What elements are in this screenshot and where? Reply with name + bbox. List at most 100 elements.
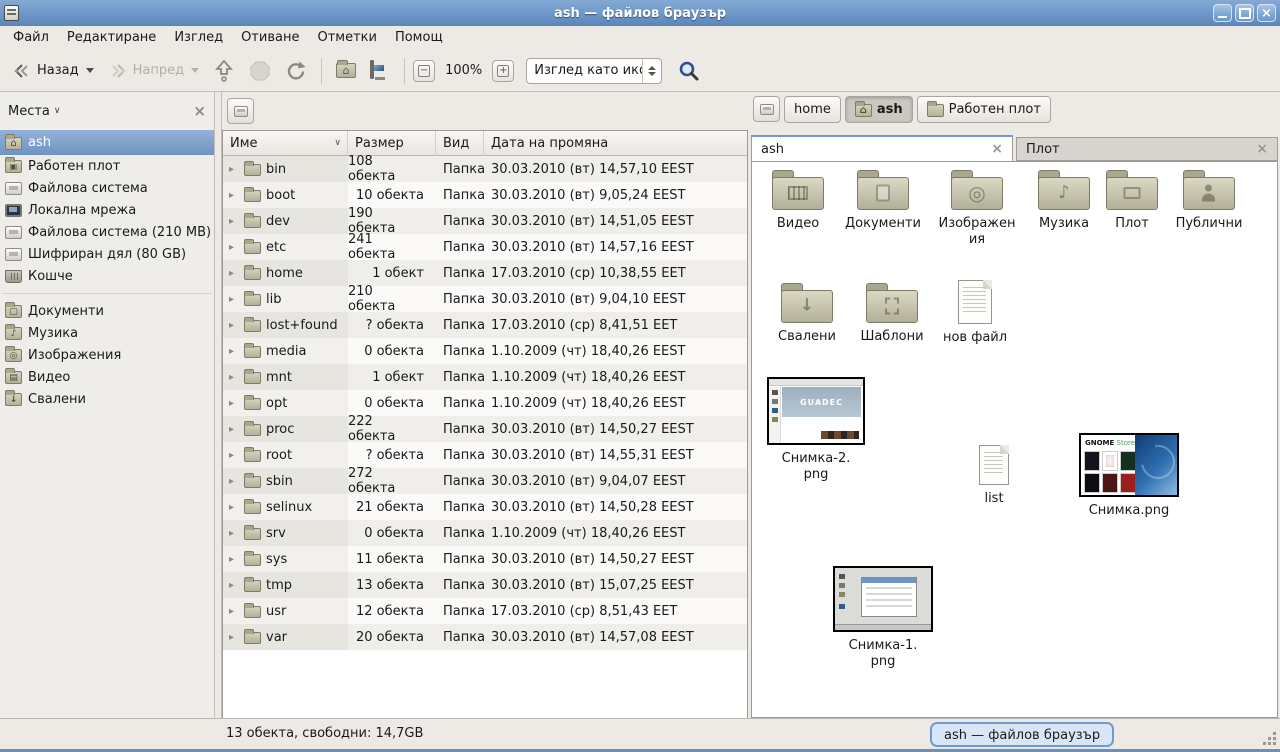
expander-icon[interactable] <box>229 320 239 331</box>
tab-close-icon[interactable]: × <box>1256 141 1268 157</box>
file-item-snimka2[interactable]: GUADEC Снимка-2.png <box>764 377 868 484</box>
table-row[interactable]: sbin 272 обекта Папка 30.03.2010 (вт) 9,… <box>223 468 747 494</box>
expander-icon[interactable] <box>229 242 239 253</box>
menu-item[interactable]: Отиване <box>232 26 308 50</box>
table-row[interactable]: home 1 обект Папка 17.03.2010 (ср) 10,38… <box>223 260 747 286</box>
expander-icon[interactable] <box>229 606 239 617</box>
expander-icon[interactable] <box>229 450 239 461</box>
expander-icon[interactable] <box>229 502 239 513</box>
expander-icon[interactable] <box>229 190 239 201</box>
maximize-button[interactable] <box>1235 4 1254 22</box>
tab-close-icon[interactable]: × <box>991 141 1003 157</box>
window-list-button[interactable]: ash — файлов браузър <box>930 722 1114 747</box>
up-button[interactable] <box>207 55 241 87</box>
sidebar-item[interactable]: Музика <box>0 322 214 344</box>
table-row[interactable]: srv 0 обекта Папка 1.10.2009 (чт) 18,40,… <box>223 520 747 546</box>
pane-splitter[interactable] <box>215 92 222 718</box>
sidebar-item[interactable]: Кошче <box>0 265 214 287</box>
sidebar-item[interactable]: Изображения <box>0 344 214 366</box>
folder-item-images[interactable]: ◎ Изображения <box>934 170 1020 249</box>
folder-item-music[interactable]: ♪ Музика <box>1026 170 1102 232</box>
view-mode-select[interactable]: Изглед като икони <box>526 58 662 84</box>
home-button[interactable] <box>330 59 362 82</box>
expander-icon[interactable] <box>229 216 239 227</box>
file-item-snimka[interactable]: GNOME Store Снимка.png <box>1074 433 1184 519</box>
sidebar-item[interactable]: Файлова система <box>0 177 214 199</box>
file-item-new-file[interactable]: нов файл <box>938 280 1012 346</box>
forward-dropdown-icon[interactable] <box>191 68 199 73</box>
folder-item-public[interactable]: Публични <box>1166 170 1252 232</box>
expander-icon[interactable] <box>229 346 239 357</box>
folder-item-video[interactable]: Видео <box>766 170 830 232</box>
tab-plot[interactable]: Плот × <box>1016 137 1278 161</box>
table-row[interactable]: lost+found ? обекта Папка 17.03.2010 (ср… <box>223 312 747 338</box>
sidebar-title[interactable]: Места <box>8 104 50 119</box>
table-row[interactable]: boot 10 обекта Папка 30.03.2010 (вт) 9,0… <box>223 182 747 208</box>
sidebar-close-icon[interactable]: × <box>193 102 206 120</box>
root-filesystem-button[interactable] <box>753 96 780 122</box>
table-row[interactable]: var 20 обекта Папка 30.03.2010 (вт) 14,5… <box>223 624 747 650</box>
sidebar-item[interactable]: Файлова система (210 MB) <box>0 221 214 243</box>
expander-icon[interactable] <box>229 554 239 565</box>
sidebar-item[interactable]: Локална мрежа <box>0 199 214 221</box>
folder-item-templates[interactable]: Шаблони <box>852 283 932 345</box>
column-header-name[interactable]: Име ∨ <box>223 131 348 156</box>
sidebar-item[interactable]: Работен плот <box>0 155 214 177</box>
table-row[interactable]: root ? обекта Папка 30.03.2010 (вт) 14,5… <box>223 442 747 468</box>
file-item-snimka1[interactable]: Снимка-1.png <box>830 566 936 671</box>
expander-icon[interactable] <box>229 632 239 643</box>
table-row[interactable]: etc 241 обекта Папка 30.03.2010 (вт) 14,… <box>223 234 747 260</box>
tab-ash[interactable]: ash × <box>751 135 1013 162</box>
search-button[interactable] <box>678 60 700 82</box>
path-button-ash[interactable]: ash <box>845 96 913 123</box>
root-filesystem-button[interactable] <box>227 98 254 124</box>
path-button-home[interactable]: home <box>784 96 841 123</box>
forward-button[interactable]: Напред <box>102 58 205 84</box>
file-item-list[interactable]: list <box>966 445 1022 507</box>
table-row[interactable]: tmp 13 обекта Папка 30.03.2010 (вт) 15,0… <box>223 572 747 598</box>
close-button[interactable]: × <box>1257 4 1276 22</box>
table-row[interactable]: lib 210 обекта Папка 30.03.2010 (вт) 9,0… <box>223 286 747 312</box>
expander-icon[interactable] <box>229 398 239 409</box>
column-header-type[interactable]: Вид <box>436 131 484 156</box>
table-row[interactable]: dev 190 обекта Папка 30.03.2010 (вт) 14,… <box>223 208 747 234</box>
stop-button[interactable] <box>243 56 277 86</box>
table-row[interactable]: proc 222 обекта Папка 30.03.2010 (вт) 14… <box>223 416 747 442</box>
sidebar-item[interactable]: ash <box>0 130 214 155</box>
zoom-in-button[interactable]: + <box>492 60 514 82</box>
table-row[interactable]: media 0 обекта Папка 1.10.2009 (чт) 18,4… <box>223 338 747 364</box>
expander-icon[interactable] <box>229 424 239 435</box>
sidebar-item[interactable]: Видео <box>0 366 214 388</box>
minimize-button[interactable] <box>1213 4 1232 22</box>
expander-icon[interactable] <box>229 164 239 175</box>
table-row[interactable]: mnt 1 обект Папка 1.10.2009 (чт) 18,40,2… <box>223 364 747 390</box>
resize-grip[interactable] <box>1273 742 1276 745</box>
expander-icon[interactable] <box>229 372 239 383</box>
expander-icon[interactable] <box>229 268 239 279</box>
back-button[interactable]: Назад <box>6 58 100 84</box>
expander-icon[interactable] <box>229 294 239 305</box>
column-header-date[interactable]: Дата на промяна <box>484 131 747 156</box>
menu-item[interactable]: Помощ <box>386 26 452 50</box>
table-row[interactable]: bin 108 обекта Папка 30.03.2010 (вт) 14,… <box>223 156 747 182</box>
zoom-out-button[interactable]: − <box>413 60 435 82</box>
icon-view[interactable]: Видео Документи ◎ Изображения ♪ Музика П… <box>751 161 1278 718</box>
folder-item-documents[interactable]: Документи <box>836 170 930 232</box>
back-dropdown-icon[interactable] <box>86 68 94 73</box>
table-row[interactable]: selinux 21 обекта Папка 30.03.2010 (вт) … <box>223 494 747 520</box>
menu-item[interactable]: Изглед <box>165 26 232 50</box>
folder-item-desktop[interactable]: Плот <box>1102 170 1162 232</box>
menu-item[interactable]: Редактиране <box>58 26 165 50</box>
reload-button[interactable] <box>279 56 313 86</box>
computer-button[interactable] <box>364 58 396 84</box>
menu-item[interactable]: Отметки <box>308 26 385 50</box>
column-header-size[interactable]: Размер <box>348 131 436 156</box>
sidebar-item[interactable]: Свалени <box>0 388 214 410</box>
expander-icon[interactable] <box>229 476 239 487</box>
path-button-desktop[interactable]: Работен плот <box>917 96 1051 123</box>
expander-icon[interactable] <box>229 580 239 591</box>
table-row[interactable]: sys 11 обекта Папка 30.03.2010 (вт) 14,5… <box>223 546 747 572</box>
expander-icon[interactable] <box>229 528 239 539</box>
sidebar-item[interactable]: Шифриран дял (80 GB) <box>0 243 214 265</box>
table-row[interactable]: usr 12 обекта Папка 17.03.2010 (ср) 8,51… <box>223 598 747 624</box>
